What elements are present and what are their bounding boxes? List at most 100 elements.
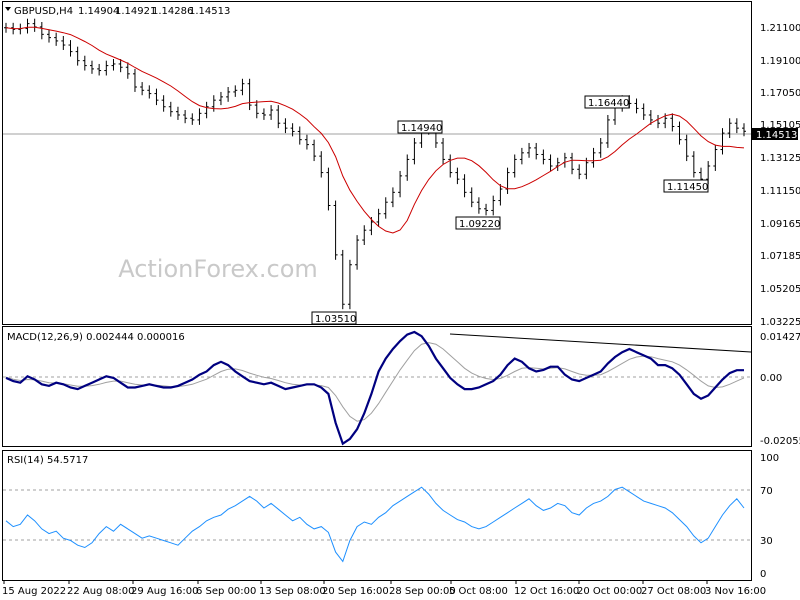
symbol-label: GBPUSD,H4 [14, 6, 73, 17]
price-bar [283, 118, 288, 134]
price-bar [562, 152, 567, 168]
price-bar [577, 164, 582, 180]
x-tick-label: 13 Sep 08:00 [259, 586, 326, 597]
price-bar [527, 142, 532, 158]
price-bar [684, 134, 689, 162]
high-value: 1.14921 [115, 6, 156, 17]
price-bar [405, 154, 410, 181]
price-bar [197, 108, 202, 125]
x-tick-label: 20 Oct 00:00 [577, 586, 642, 597]
price-bar [505, 167, 510, 194]
price-bar [97, 63, 102, 76]
x-tick-label: 15 Aug 2022 [2, 586, 66, 597]
price-tick: 1.05205 [760, 284, 800, 295]
chart-canvas: ActionForex.com GBPUSD,H4 1.14904 1.1492… [2, 1, 800, 597]
price-bar [534, 142, 539, 160]
price-bar [362, 225, 367, 245]
price-bar [39, 21, 44, 40]
x-tick-label: 29 Aug 16:00 [131, 586, 198, 597]
svg-text:1.14940: 1.14940 [401, 123, 442, 134]
price-panel-frame [2, 1, 752, 325]
price-tick: 1.09165 [760, 219, 800, 230]
price-bar [240, 78, 245, 96]
price-bar [261, 108, 266, 120]
watermark: ActionForex.com [118, 255, 318, 283]
rsi-line [5, 486, 745, 563]
price-tick: 1.17050 [760, 88, 800, 99]
price-bar [634, 98, 639, 114]
price-bar [455, 167, 460, 185]
macd-tick: 0.014278 [760, 332, 800, 343]
price-bar [218, 91, 223, 106]
price-bar [61, 35, 66, 50]
price-bar [605, 114, 610, 148]
price-bar [269, 105, 274, 120]
macd-tick: 0.00 [760, 373, 782, 384]
price-bar [276, 105, 281, 129]
price-tick: 1.07185 [760, 251, 800, 262]
price-bar [147, 85, 152, 99]
price-bar [111, 59, 116, 71]
macd-panel-frame [2, 326, 752, 447]
price-bar [304, 134, 309, 150]
svg-text:1.09220: 1.09220 [459, 219, 500, 230]
x-tick-label: 12 Oct 16:00 [514, 586, 579, 597]
macd-y-axis: 0.014278 0.00 -0.020556 [760, 332, 800, 447]
price-bar [247, 78, 252, 111]
price-bar [233, 85, 238, 97]
price-bar [175, 106, 180, 120]
macd-line [5, 330, 744, 446]
price-y-axis: 1.21100 1.19100 1.17050 1.15105 1.13125 … [752, 23, 800, 328]
price-bar [670, 113, 675, 132]
rsi-tick: 70 [760, 486, 773, 497]
price-bar [104, 60, 109, 76]
price-bar [190, 113, 195, 125]
price-bar [204, 101, 209, 119]
price-bar [347, 259, 352, 310]
price-bar [469, 187, 474, 208]
close-value: 1.14513 [189, 6, 230, 17]
price-bar [476, 197, 481, 214]
price-bar [734, 118, 739, 134]
svg-text:1.03510: 1.03510 [315, 314, 356, 325]
price-tick: 1.21100 [760, 23, 800, 34]
price-bar [168, 101, 173, 117]
price-bars [4, 18, 746, 310]
price-bar [541, 149, 546, 165]
price-bar [641, 103, 646, 120]
x-tick-label: 27 Oct 08:00 [641, 586, 706, 597]
price-bar [140, 82, 145, 96]
price-tick: 1.11150 [760, 186, 800, 197]
macd-trendline [449, 333, 752, 353]
price-bar [484, 203, 489, 216]
price-bar [54, 32, 59, 46]
annotation-high-1: 1.14940 [397, 120, 443, 134]
price-bar [68, 40, 73, 57]
x-tick-label: 5 Oct 08:00 [449, 586, 508, 597]
price-bar [448, 154, 453, 178]
dropdown-arrow-icon[interactable] [5, 7, 11, 11]
price-bar [398, 170, 403, 198]
price-bar [89, 60, 94, 74]
price-header: GBPUSD,H4 1.14904 1.14921 1.14286 1.1451… [5, 6, 230, 17]
price-bar [226, 87, 231, 102]
price-bar [333, 200, 338, 260]
price-bar [125, 62, 130, 79]
price-bar [46, 29, 51, 43]
x-tick-label: 20 Sep 16:00 [322, 586, 389, 597]
price-bar [498, 184, 503, 206]
x-axis: 15 Aug 2022 22 Aug 08:0029 Aug 16:006 Sep… [2, 581, 766, 597]
rsi-panel-frame [2, 450, 752, 581]
price-bar [727, 118, 732, 139]
open-value: 1.14904 [78, 6, 119, 17]
x-tick-label: 3 Nov 16:00 [705, 586, 766, 597]
rsi-tick: 30 [760, 536, 773, 547]
price-bar [591, 147, 596, 168]
price-bar [82, 55, 87, 71]
annotation-low-2: 1.09220 [455, 216, 501, 230]
price-tick: 1.19100 [760, 56, 800, 67]
price-bar [376, 208, 381, 227]
price-bar [211, 95, 216, 112]
price-bar [548, 154, 553, 171]
price-bar [412, 138, 417, 165]
